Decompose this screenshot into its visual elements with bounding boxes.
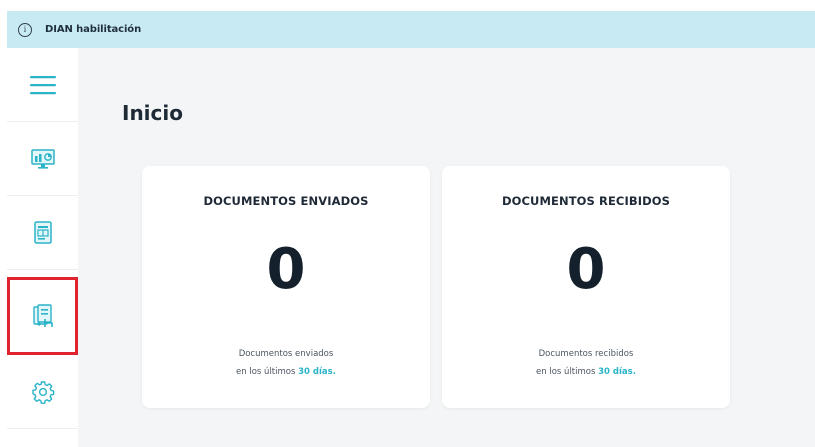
received-documents-card: DOCUMENTOS RECIBIDOS 0 Documentos recibi… <box>442 166 730 408</box>
card-description: Documentos recibidos en los últimos 30 d… <box>442 345 730 381</box>
card-desc-period: 30 días. <box>298 367 336 377</box>
menu-icon <box>29 75 56 94</box>
sidebar-item-dashboard[interactable] <box>7 122 78 196</box>
card-desc-period: 30 días. <box>598 367 636 377</box>
received-documents-count: 0 <box>566 237 606 302</box>
dashboard-monitor-icon <box>30 148 55 169</box>
sent-documents-count: 0 <box>266 237 306 302</box>
sent-documents-card: DOCUMENTOS ENVIADOS 0 Documentos enviado… <box>142 166 430 408</box>
sidebar <box>7 48 78 447</box>
card-desc-line1: Documentos recibidos <box>538 349 634 359</box>
banner-text: DIAN habilitación <box>45 24 142 35</box>
info-icon: i <box>18 22 32 37</box>
environment-banner: i DIAN habilitación <box>7 11 815 48</box>
sidebar-menu-toggle[interactable] <box>7 48 78 122</box>
gear-icon <box>31 380 54 404</box>
main-content: Inicio DOCUMENTOS ENVIADOS 0 Documentos … <box>78 48 815 447</box>
page-title: Inicio <box>122 101 183 125</box>
card-desc-line1: Documentos enviados <box>238 349 334 359</box>
card-desc-line2: en los últimos 30 días. <box>142 363 430 381</box>
card-desc-prefix: en los últimos <box>236 367 299 377</box>
card-desc-prefix: en los últimos <box>536 367 599 377</box>
document-icon <box>33 220 52 244</box>
card-desc-line2: en los últimos 30 días. <box>442 363 730 381</box>
sidebar-item-documents-received[interactable] <box>7 277 78 355</box>
card-title: DOCUMENTOS ENVIADOS <box>203 194 369 208</box>
documents-received-icon <box>32 304 53 327</box>
card-title: DOCUMENTOS RECIBIDOS <box>501 194 670 208</box>
sidebar-item-documents[interactable] <box>7 196 78 270</box>
card-description: Documentos enviados en los últimos 30 dí… <box>142 345 430 381</box>
sidebar-item-settings[interactable] <box>7 355 78 429</box>
